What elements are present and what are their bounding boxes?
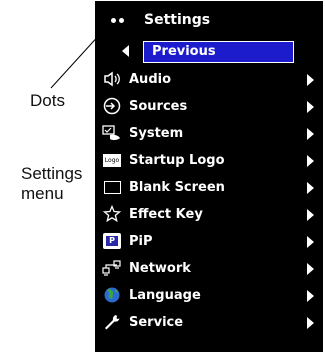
pip-icon: P bbox=[101, 231, 123, 251]
submenu-arrow-icon bbox=[307, 263, 314, 275]
logo-icon-text: Logo bbox=[103, 153, 121, 167]
menu-item-audio[interactable]: Audio bbox=[96, 66, 322, 92]
menu-item-label: Previous bbox=[152, 44, 216, 59]
submenu-arrow-icon bbox=[307, 317, 314, 329]
menu-header: Settings bbox=[96, 2, 322, 38]
system-icon bbox=[101, 123, 123, 143]
logo-icon: Logo bbox=[101, 150, 123, 170]
submenu-arrow-icon bbox=[307, 101, 314, 113]
menu-item-label: Blank Screen bbox=[129, 179, 225, 195]
globe-icon bbox=[101, 285, 123, 305]
menu-item-system[interactable]: System bbox=[96, 120, 322, 146]
menu-item-label: Sources bbox=[129, 98, 188, 114]
menu-item-pip[interactable]: P PiP bbox=[96, 228, 322, 254]
menu-item-effect-key[interactable]: Effect Key bbox=[96, 201, 322, 227]
menu-item-language[interactable]: Language bbox=[96, 282, 322, 308]
menu-item-previous[interactable]: Previous bbox=[96, 39, 322, 65]
submenu-arrow-icon bbox=[307, 209, 314, 221]
wrench-icon bbox=[101, 312, 123, 332]
menu-item-network[interactable]: Network bbox=[96, 255, 322, 281]
menu-item-label: Language bbox=[129, 287, 201, 303]
submenu-arrow-icon bbox=[307, 290, 314, 302]
menu-item-label: PiP bbox=[129, 233, 153, 249]
menu-item-service[interactable]: Service bbox=[96, 309, 322, 335]
submenu-arrow-icon bbox=[307, 236, 314, 248]
menu-dots-icon bbox=[111, 17, 124, 23]
network-icon bbox=[101, 258, 123, 278]
menu-item-startup-logo[interactable]: Logo Startup Logo bbox=[96, 147, 322, 173]
submenu-arrow-icon bbox=[307, 74, 314, 86]
menu-item-blank-screen[interactable]: Blank Screen bbox=[96, 174, 322, 200]
menu-item-label: Service bbox=[129, 314, 184, 330]
menu-item-label: Audio bbox=[129, 71, 172, 87]
star-icon bbox=[101, 204, 123, 224]
submenu-arrow-icon bbox=[307, 155, 314, 167]
back-arrow-icon bbox=[122, 45, 129, 57]
menu-title: Settings bbox=[144, 12, 211, 28]
pip-icon-text: P bbox=[106, 236, 118, 246]
menu-item-label: System bbox=[129, 125, 184, 141]
menu-item-label: Effect Key bbox=[129, 206, 203, 222]
submenu-arrow-icon bbox=[307, 182, 314, 194]
menu-item-label: Startup Logo bbox=[129, 152, 225, 168]
menu-item-label: Network bbox=[129, 260, 191, 276]
settings-menu: Settings Previous Audio Sources System L… bbox=[95, 1, 323, 352]
menu-item-sources[interactable]: Sources bbox=[96, 93, 322, 119]
submenu-arrow-icon bbox=[307, 128, 314, 140]
source-input-icon bbox=[101, 96, 123, 116]
blank-screen-icon bbox=[101, 177, 123, 197]
speaker-icon bbox=[101, 69, 123, 89]
